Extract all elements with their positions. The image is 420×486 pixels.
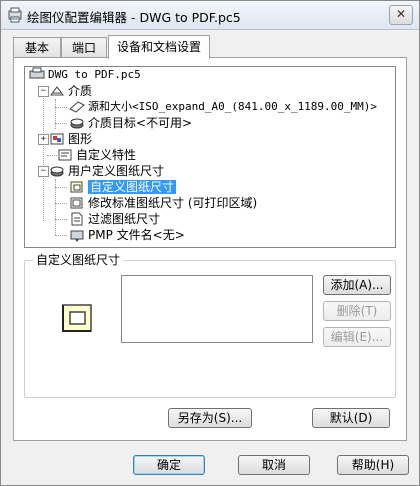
tree-node-user-paper-sizes[interactable]: 用户定义图纸尺寸 — [49, 163, 164, 179]
cancel-button[interactable]: 取消 — [238, 455, 310, 475]
title-bar[interactable]: 绘图仪配置编辑器 - DWG to PDF.pc5 ✕ — [1, 1, 419, 30]
tree-line — [55, 235, 67, 236]
tree-node-label: PMP 文件名<无> — [88, 228, 185, 242]
tree-line — [55, 123, 67, 124]
document-icon — [71, 212, 83, 226]
pmp-file-icon — [70, 230, 84, 242]
custom-paper-list[interactable] — [121, 275, 313, 343]
tree-node-label: 介质 — [68, 84, 93, 98]
save-as-button[interactable]: 另存为(S)... — [168, 408, 252, 428]
tree-line — [55, 203, 67, 204]
tree-line — [55, 99, 56, 129]
paper-stack-icon — [70, 118, 84, 129]
custom-paper-group: 自定义图纸尺寸 添加(A)... 删除(T) 编辑(E)... — [24, 253, 396, 398]
tree-node-source-size[interactable]: 源和大小<ISO_expand_A0_(841.00_x_1189.00_MM)… — [69, 99, 377, 115]
graphics-icon — [50, 133, 64, 145]
tree-node-label: 源和大小<ISO_expand_A0_(841.00_x_1189.00_MM)… — [88, 100, 378, 113]
defaults-button[interactable]: 默认(D) — [312, 408, 390, 428]
tree-line — [55, 219, 67, 220]
settings-tree[interactable]: − + − DWG to PDF.pc5 介质 源和大小<ISO_expand_… — [24, 66, 396, 248]
help-button[interactable]: 帮助(H) — [337, 455, 409, 475]
tree-node-label: 修改标准图纸尺寸 (可打印区域) — [88, 196, 258, 210]
modify-paper-icon — [70, 197, 83, 209]
tab-basic[interactable]: 基本 — [13, 37, 61, 58]
close-icon: ✕ — [395, 7, 407, 21]
delete-button[interactable]: 删除(T) — [323, 301, 391, 321]
tree-node-media[interactable]: 介质 — [49, 83, 92, 99]
plotter-config-editor-window: 绘图仪配置编辑器 - DWG to PDF.pc5 ✕ 基本 端口 设备和文档设… — [0, 0, 420, 486]
tree-node-custom-paper-sizes[interactable]: 自定义图纸尺寸 — [69, 179, 177, 195]
expander-graphics[interactable]: + — [38, 134, 49, 145]
window-title: 绘图仪配置编辑器 - DWG to PDF.pc5 — [27, 10, 241, 25]
tree-node-label: 图形 — [68, 132, 93, 146]
tree-node-label: 自定义特性 — [76, 148, 137, 162]
tree-line — [55, 107, 67, 108]
tab-device-settings[interactable]: 设备和文档设置 — [108, 35, 210, 59]
tree-node-filter-paper-sizes[interactable]: 过滤图纸尺寸 — [69, 211, 160, 227]
close-button[interactable]: ✕ — [389, 5, 413, 25]
tree-line — [47, 155, 57, 156]
ok-button[interactable]: 确定 — [133, 455, 205, 475]
tree-line — [55, 187, 67, 188]
add-button[interactable]: 添加(A)... — [323, 275, 391, 295]
tree-node-modify-standard-sizes[interactable]: 修改标准图纸尺寸 (可打印区域) — [69, 195, 257, 211]
custom-paper-size-icon — [62, 304, 92, 332]
paper-settings-icon — [50, 166, 64, 177]
tree-node-graphics[interactable]: 图形 — [49, 131, 92, 147]
plotter-app-icon — [8, 7, 22, 23]
custom-properties-icon — [58, 149, 72, 161]
expander-user-paper[interactable]: − — [38, 166, 49, 177]
tree-node-pmp-file[interactable]: PMP 文件名<无> — [69, 227, 185, 243]
tree-node-root[interactable]: DWG to PDF.pc5 — [29, 67, 141, 83]
plotter-icon — [29, 67, 45, 79]
tree-line — [43, 91, 44, 221]
tree-node-custom-properties[interactable]: 自定义特性 — [57, 147, 136, 163]
tree-node-media-destination[interactable]: 介质目标<不可用> — [69, 115, 192, 131]
expander-media[interactable]: − — [38, 86, 49, 97]
tree-node-label: 介质目标<不可用> — [88, 116, 193, 130]
group-label: 自定义图纸尺寸 — [33, 253, 124, 267]
tree-node-label: DWG to PDF.pc5 — [48, 68, 141, 81]
edit-button[interactable]: 编辑(E)... — [323, 327, 391, 347]
custom-paper-icon — [70, 181, 83, 193]
tree-node-label: 用户定义图纸尺寸 — [68, 164, 165, 178]
tab-ports[interactable]: 端口 — [61, 37, 107, 58]
tree-node-label: 过滤图纸尺寸 — [88, 212, 161, 226]
paper-source-icon — [69, 101, 85, 113]
device-settings-panel: − + − DWG to PDF.pc5 介质 源和大小<ISO_expand_… — [13, 57, 407, 441]
media-icon — [50, 86, 64, 96]
tree-node-label-selected: 自定义图纸尺寸 — [88, 180, 177, 194]
